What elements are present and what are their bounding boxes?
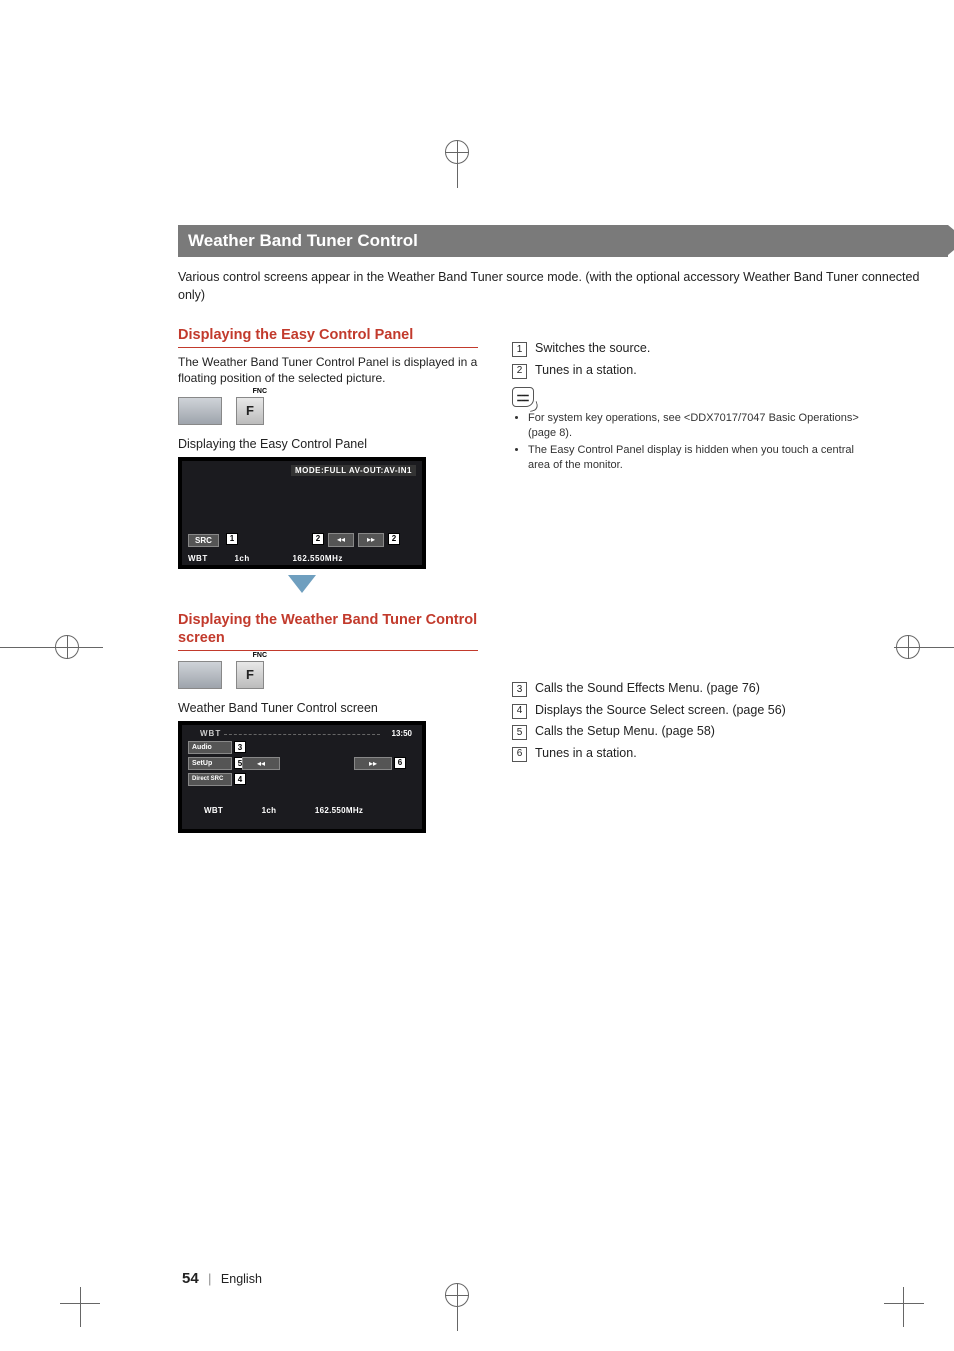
callout-text: Tunes in a station. — [535, 745, 637, 763]
callout-text: Calls the Sound Effects Menu. (page 76) — [535, 680, 760, 698]
numbox: 2 — [512, 364, 527, 379]
crop-line — [60, 1303, 100, 1304]
note-item: The Easy Control Panel display is hidden… — [528, 443, 872, 473]
f-label: F — [246, 403, 254, 418]
note-icon: ▂▂▂▂▂▂ — [512, 387, 534, 407]
page-number: 54 — [182, 1270, 199, 1287]
numbox: 6 — [512, 747, 527, 762]
callout-2: 2 — [312, 533, 324, 545]
section-heading-easy-panel: Displaying the Easy Control Panel — [178, 326, 478, 348]
fnc-button-thumb: FNC F — [236, 397, 264, 425]
callout-list-1: 1 Switches the source. 2 Tunes in a stat… — [512, 340, 872, 379]
registration-mark-top — [445, 140, 493, 188]
seek-next-button[interactable]: ▸▸ — [358, 533, 384, 547]
crop-line — [884, 1303, 924, 1304]
mode-strip: MODE:FULL AV-OUT:AV-IN1 — [291, 465, 416, 476]
callout-6: 6 — [394, 757, 406, 769]
wbt-top-label: WBT — [200, 729, 221, 738]
seek-prev-button[interactable]: ◂◂ — [328, 533, 354, 547]
device-thumb — [178, 661, 222, 689]
device-thumbnails: FNC F — [178, 661, 478, 689]
band-label: WBT — [188, 554, 208, 563]
freq-label: 162.550MHz — [315, 806, 363, 815]
callout-3: 3 — [234, 741, 246, 753]
src-button[interactable]: SRC — [188, 534, 219, 547]
channel-label: 1ch — [262, 806, 277, 815]
status-line: WBT 1ch 162.550MHz — [204, 806, 363, 815]
time-label: 13:50 — [392, 729, 412, 738]
numbox: 4 — [512, 704, 527, 719]
f-label: F — [246, 667, 254, 682]
direct-src-button[interactable]: Direct SRC — [188, 773, 232, 786]
easy-control-panel-screenshot: MODE:FULL AV-OUT:AV-IN1 SRC 1 2 ◂◂ ▸▸ 2 … — [178, 457, 426, 569]
footer-sep: | — [208, 1272, 211, 1286]
callout-text: Tunes in a station. — [535, 362, 637, 380]
note-item: For system key operations, see <DDX7017/… — [528, 411, 872, 441]
status-line: WBT 1ch 162.550MHz — [188, 554, 343, 563]
crop-line — [80, 1287, 81, 1327]
seek-prev-button[interactable]: ◂◂ — [242, 757, 280, 770]
device-thumb — [178, 397, 222, 425]
seek-next-button[interactable]: ▸▸ — [354, 757, 392, 770]
callout-list-2: 3 Calls the Sound Effects Menu. (page 76… — [512, 680, 872, 762]
freq-label: 162.550MHz — [292, 554, 342, 563]
setup-button[interactable]: SetUp — [188, 757, 232, 770]
footer-lang: English — [221, 1272, 262, 1286]
crop-line — [903, 1287, 904, 1327]
screenshot-caption: Weather Band Tuner Control screen — [178, 701, 478, 715]
numbox: 3 — [512, 682, 527, 697]
wbt-control-screenshot: WBT 13:50 Audio 3 SetUp 5 6 Direct SRC — [178, 721, 426, 833]
callout-1: 1 — [226, 533, 238, 545]
fnc-label: FNC — [253, 652, 267, 659]
numbox: 1 — [512, 342, 527, 357]
page-title: Weather Band Tuner Control — [178, 225, 948, 257]
notes-list: For system key operations, see <DDX7017/… — [512, 411, 872, 472]
numbox: 5 — [512, 725, 527, 740]
band-label: WBT — [204, 806, 223, 815]
screenshot-caption: Displaying the Easy Control Panel — [178, 437, 478, 451]
fnc-label: FNC — [253, 388, 267, 395]
audio-button[interactable]: Audio — [188, 741, 232, 754]
callout-text: Switches the source. — [535, 340, 650, 358]
intro-text: Various control screens appear in the We… — [178, 269, 938, 304]
channel-label: 1ch — [234, 554, 249, 563]
fnc-button-thumb: FNC F — [236, 661, 264, 689]
registration-mark-left — [55, 635, 103, 683]
callout-text: Displays the Source Select screen. (page… — [535, 702, 786, 720]
page-footer: 54 | English — [182, 1270, 262, 1287]
dash-line — [224, 734, 380, 735]
registration-mark-bottom — [445, 1283, 493, 1331]
callout-text: Calls the Setup Menu. (page 58) — [535, 723, 715, 741]
section-heading-control-screen: Displaying the Weather Band Tuner Contro… — [178, 611, 478, 651]
down-arrow-icon — [288, 575, 316, 593]
section-desc: The Weather Band Tuner Control Panel is … — [178, 354, 478, 386]
crop-line — [0, 647, 100, 648]
device-thumbnails: FNC F — [178, 397, 478, 425]
callout-4: 4 — [234, 773, 246, 785]
callout-2: 2 — [388, 533, 400, 545]
